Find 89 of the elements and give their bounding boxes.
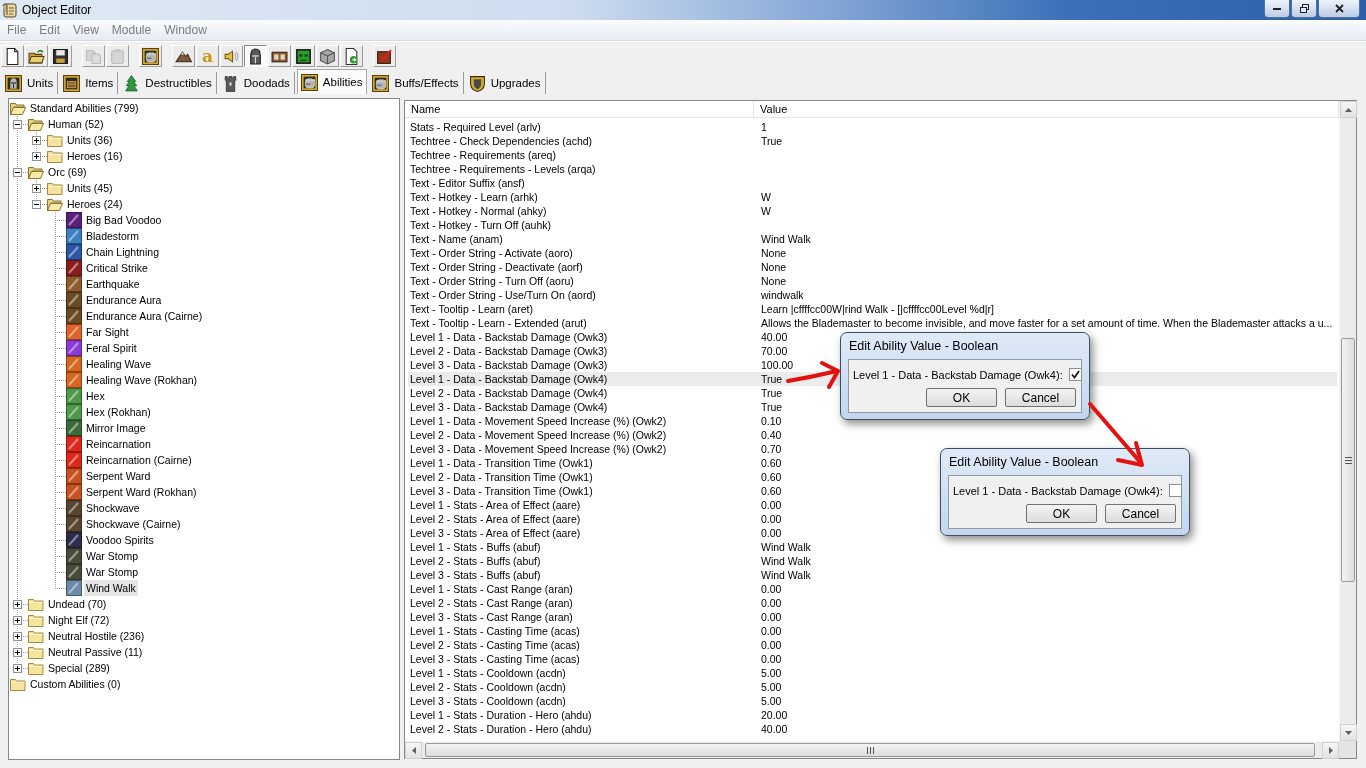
table-cell-text: True bbox=[760, 386, 783, 400]
table-cell-text: Level 3 - Data - Backstab Damage (Owk3) bbox=[409, 358, 608, 372]
table-cell-text: 20.00 bbox=[760, 708, 788, 722]
table-cell-text: True bbox=[760, 400, 783, 414]
table-cell-text: Techtree - Requirements - Levels (arqa) bbox=[409, 162, 596, 176]
table-cell-text: Level 3 - Stats - Buffs (abuf) bbox=[409, 568, 541, 582]
window-title: Object Editor bbox=[22, 3, 92, 17]
table-cell-text: Wind Walk bbox=[760, 568, 811, 582]
table-cell-text: None bbox=[760, 274, 787, 288]
table-cell-text: None bbox=[760, 246, 787, 260]
table-cell-text: Level 1 - Data - Backstab Damage (Owk4) bbox=[409, 372, 608, 386]
table-cell-text: Level 2 - Stats - Buffs (abuf) bbox=[409, 554, 541, 568]
table-cell-text: Text - Tooltip - Learn (aret) bbox=[409, 302, 533, 316]
table-cell-text: 40.00 bbox=[760, 330, 788, 344]
table-cell-text: 0.70 bbox=[760, 442, 782, 456]
table-cell-text: Level 2 - Data - Backstab Damage (Owk4) bbox=[409, 386, 608, 400]
dialog-title: Edit Ability Value - Boolean bbox=[948, 454, 1100, 471]
table-cell-text: Wind Walk bbox=[760, 554, 811, 568]
table-cell-text: Techtree - Check Dependencies (achd) bbox=[409, 134, 593, 148]
table-cell-text: 0.00 bbox=[760, 526, 782, 540]
table-cell-text: 1 bbox=[760, 120, 767, 134]
table-cell-text: 0.60 bbox=[760, 470, 782, 484]
table-cell-text: True bbox=[760, 134, 783, 148]
table-cell-text: 40.00 bbox=[760, 722, 788, 736]
table-cell-text: Level 1 - Stats - Duration - Hero (ahdu) bbox=[409, 708, 592, 722]
table-cell-text: Text - Order String - Activate (aoro) bbox=[409, 246, 573, 260]
table-cell-text: Level 2 - Data - Movement Speed Increase (%) (Owk2) bbox=[409, 428, 667, 442]
table-cell-text: Level 1 - Stats - Cast Range (aran) bbox=[409, 582, 573, 596]
table-cell-text: Level 3 - Stats - Cooldown (acdn) bbox=[409, 694, 566, 708]
table-cell-text: Text - Tooltip - Learn - Extended (arut) bbox=[409, 316, 587, 330]
table-cell-text: 0.00 bbox=[760, 512, 782, 526]
table-cell-text: Level 2 - Stats - Duration - Hero (ahdu) bbox=[409, 722, 592, 736]
table-cell-text: True bbox=[760, 372, 783, 386]
table-cell-text: Text - Editor Suffix (ansf) bbox=[409, 176, 525, 190]
table-cell-text: Level 1 - Stats - Cooldown (acdn) bbox=[409, 666, 566, 680]
table-cell-text: Level 3 - Data - Backstab Damage (Owk4) bbox=[409, 400, 608, 414]
table-cell-text: Level 2 - Stats - Area of Effect (aare) bbox=[409, 512, 581, 526]
table-cell-text: Wind Walk bbox=[760, 232, 811, 246]
table-cell-text: 100.00 bbox=[760, 358, 794, 372]
table-cell-text: Level 3 - Stats - Casting Time (acas) bbox=[409, 652, 580, 666]
table-cell-text: 5.00 bbox=[760, 694, 782, 708]
table-cell-text: Level 2 - Data - Backstab Damage (Owk3) bbox=[409, 344, 608, 358]
table-cell-text: 0.60 bbox=[760, 456, 782, 470]
table-cell-text: Level 1 - Data - Backstab Damage (Owk3) bbox=[409, 330, 608, 344]
table-cell-text: None bbox=[760, 260, 787, 274]
table-cell-text: 0.40 bbox=[760, 428, 782, 442]
table-cell-text: Text - Order String - Deactivate (aorf) bbox=[409, 260, 583, 274]
table-cell-text: 0.00 bbox=[760, 596, 782, 610]
table-cell-text: Level 2 - Data - Transition Time (Owk1) bbox=[409, 470, 593, 484]
table-cell-text: Level 1 - Stats - Casting Time (acas) bbox=[409, 624, 580, 638]
table-cell-text: 0.00 bbox=[760, 582, 782, 596]
table-cell-text: Stats - Required Level (arlv) bbox=[409, 120, 541, 134]
table-cell-text: 5.00 bbox=[760, 666, 782, 680]
table-cell-text: Level 2 - Stats - Cooldown (acdn) bbox=[409, 680, 566, 694]
dialog-title: Edit Ability Value - Boolean bbox=[848, 338, 1000, 355]
field-label: Level 1 - Data - Backstab Damage (Owk4): bbox=[853, 368, 1063, 381]
table-cell-text: Text - Order String - Use/Turn On (aord) bbox=[409, 288, 596, 302]
field-label: Level 1 - Data - Backstab Damage (Owk4): bbox=[953, 484, 1163, 497]
table-cell-text: 0.00 bbox=[760, 610, 782, 624]
table-cell-text: Level 1 - Data - Transition Time (Owk1) bbox=[409, 456, 593, 470]
table-cell-text: Learn |cffffcc00W|rind Walk - [|cffffcc00Level %d|r] bbox=[760, 302, 994, 316]
table-cell-text: Level 3 - Stats - Area of Effect (aare) bbox=[409, 526, 581, 540]
table-cell-text: W bbox=[760, 190, 771, 204]
table-cell-text: 0.60 bbox=[760, 484, 782, 498]
table-cell-text: Allows the Blademaster to become invisible, and move faster for a set amount of time. When the Blademaster attacks a u... bbox=[760, 316, 1333, 330]
table-cell-text: Text - Order String - Turn Off (aoru) bbox=[409, 274, 574, 288]
table-cell-text: 0.00 bbox=[760, 498, 782, 512]
table-cell-text: 0.00 bbox=[760, 624, 782, 638]
table-cell-text: Level 3 - Data - Movement Speed Increase (%) (Owk2) bbox=[409, 442, 667, 456]
table-cell-text: Wind Walk bbox=[760, 540, 811, 554]
table-cell-text: W bbox=[760, 204, 771, 218]
table-cell-text: 0.10 bbox=[760, 414, 782, 428]
table-cell-text: Techtree - Requirements (areq) bbox=[409, 148, 556, 162]
table-cell-text: Text - Name (anam) bbox=[409, 232, 503, 246]
table-cell-text: 5.00 bbox=[760, 680, 782, 694]
table-cell-text: Level 1 - Data - Movement Speed Increase (%) (Owk2) bbox=[409, 414, 667, 428]
table-cell-text: 0.00 bbox=[760, 638, 782, 652]
table-cell-text: 70.00 bbox=[760, 344, 788, 358]
table-cell-text: Text - Hotkey - Learn (arhk) bbox=[409, 190, 538, 204]
table-cell-text: Level 1 - Stats - Buffs (abuf) bbox=[409, 540, 541, 554]
table-cell-text: Text - Hotkey - Turn Off (auhk) bbox=[409, 218, 552, 232]
table-cell-text: Text - Hotkey - Normal (ahky) bbox=[409, 204, 547, 218]
table-cell-text: Level 3 - Stats - Cast Range (aran) bbox=[409, 610, 573, 624]
table-cell-text: windwalk bbox=[760, 288, 804, 302]
table-cell-text: Level 2 - Stats - Cast Range (aran) bbox=[409, 596, 573, 610]
table-cell-text: 0.00 bbox=[760, 652, 782, 666]
table-cell-text: Level 3 - Data - Transition Time (Owk1) bbox=[409, 484, 593, 498]
table-cell-text: Level 2 - Stats - Casting Time (acas) bbox=[409, 638, 580, 652]
table-cell-text: Level 1 - Stats - Area of Effect (aare) bbox=[409, 498, 581, 512]
